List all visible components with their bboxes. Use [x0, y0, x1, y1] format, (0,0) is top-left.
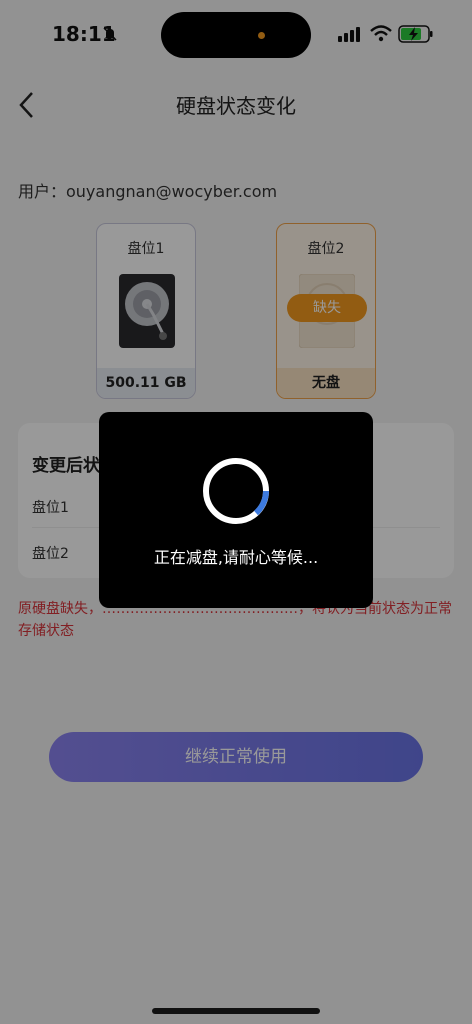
loading-text: 正在减盘,请耐心等候...	[153, 548, 319, 567]
loading-spinner-icon	[203, 458, 269, 524]
loading-toast: 正在减盘,请耐心等候...	[99, 412, 373, 608]
home-indicator	[152, 1008, 320, 1014]
